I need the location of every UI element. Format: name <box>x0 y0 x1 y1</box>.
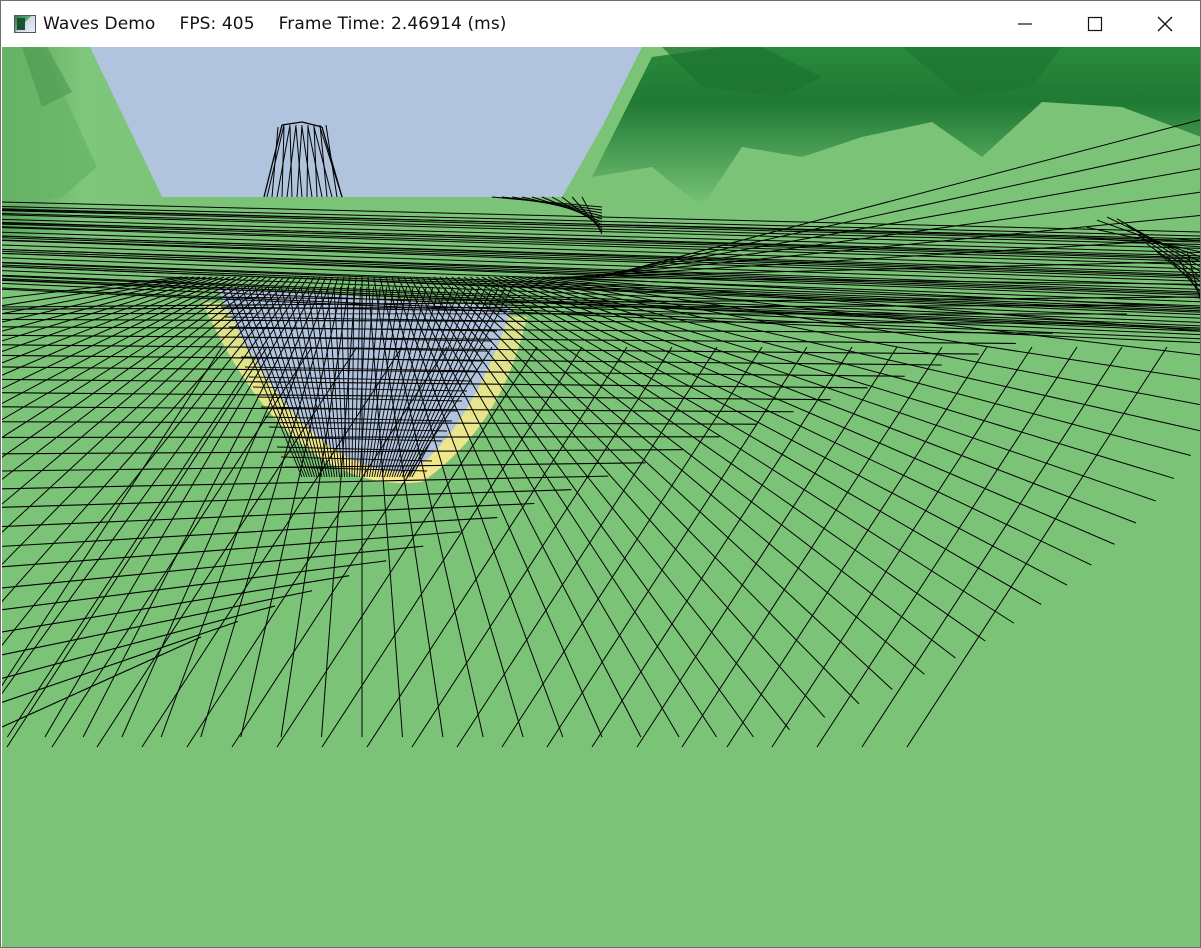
window-title: Waves Demo <box>43 14 156 34</box>
minimize-button[interactable] <box>990 1 1060 47</box>
frame-time-readout: Frame Time: 2.46914 (ms) <box>278 14 507 34</box>
app-icon <box>14 15 36 33</box>
maximize-icon <box>1087 16 1103 32</box>
close-icon <box>1157 16 1173 32</box>
minimize-icon <box>1018 23 1032 25</box>
fps-readout: FPS: 405 <box>179 14 255 34</box>
scene-canvas <box>2 47 1200 947</box>
close-button[interactable] <box>1130 1 1200 47</box>
maximize-button[interactable] <box>1060 1 1130 47</box>
title-bar[interactable]: Waves Demo FPS: 405 Frame Time: 2.46914 … <box>1 1 1200 47</box>
caption-buttons <box>990 1 1200 47</box>
app-window: Waves Demo FPS: 405 Frame Time: 2.46914 … <box>0 0 1201 948</box>
render-viewport[interactable] <box>2 47 1200 947</box>
